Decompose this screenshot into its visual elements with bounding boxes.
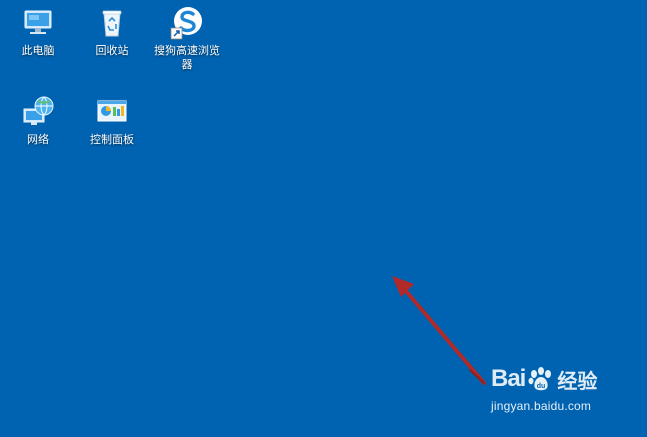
- desktop-icon-network[interactable]: 网络: [2, 95, 74, 147]
- computer-icon: [24, 10, 52, 34]
- desktop-icon-recycle-bin[interactable]: 回收站: [76, 6, 148, 58]
- desktop-icon-label: 此电脑: [21, 44, 55, 57]
- desktop-icon-label: 控制面板: [90, 133, 134, 146]
- control-panel-icon: [97, 100, 127, 122]
- desktop-icon-label: 搜狗高速浏览器: [154, 44, 220, 71]
- desktop-icon-this-pc[interactable]: 此电脑: [2, 6, 74, 58]
- sogou-browser-icon: [170, 7, 202, 40]
- desktop-icon-label: 网络: [27, 133, 49, 146]
- recycle-bin-icon: [102, 10, 122, 37]
- watermark-brand-bai: Bai: [491, 365, 526, 392]
- desktop-icon-control-panel[interactable]: 控制面板: [76, 95, 148, 147]
- watermark-brand-jingyan: 经验: [557, 368, 598, 393]
- desktop-icon-label: 回收站: [95, 44, 129, 57]
- baidu-paw-icon: du: [528, 367, 552, 391]
- desktop[interactable]: 此电脑 回收站 搜狗高速浏览器 网络 控制面板 Bai du 经验 jingya…: [0, 0, 647, 437]
- desktop-icon-sogou-browser[interactable]: 搜狗高速浏览器: [151, 6, 223, 72]
- svg-text:du: du: [537, 383, 546, 390]
- network-icon: [23, 96, 54, 125]
- watermark-url: jingyan.baidu.com: [491, 399, 592, 413]
- baidu-jingyan-watermark: Bai du 经验 jingyan.baidu.com: [491, 361, 615, 421]
